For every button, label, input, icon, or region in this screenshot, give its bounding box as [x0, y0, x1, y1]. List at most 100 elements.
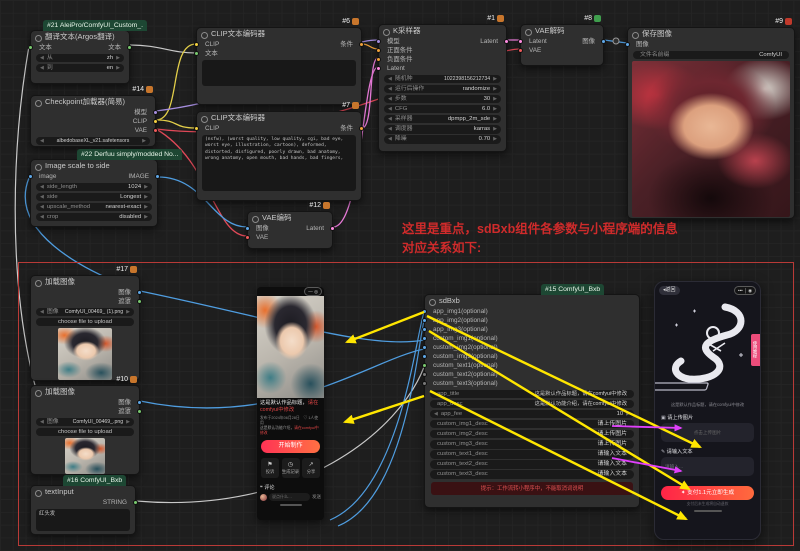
input-port-image[interactable] — [28, 174, 33, 179]
node-vae-decode[interactable]: #8 VAE解码 Latent 图像 VAE — [520, 24, 604, 66]
increment-arrow[interactable]: ▶ — [116, 54, 120, 63]
widget-side-length[interactable]: ◀side_length1024▶ — [36, 183, 152, 192]
port-label: custom_img2(optional) — [425, 343, 498, 352]
node-header: VAE编码 — [248, 212, 332, 224]
widget-to-lang[interactable]: ◀ 到 en ▶ — [36, 64, 124, 73]
widget-custom-text2-desc[interactable]: custom_text2_desc请输入文本 — [430, 460, 634, 469]
widget-value: zh — [104, 54, 116, 63]
port-label: custom_text1(optional) — [425, 361, 498, 370]
text-input-area[interactable]: 红头发 — [36, 509, 130, 531]
widget-custom-text3-desc[interactable]: custom_text3_desc请输入文本 — [430, 470, 634, 479]
input-port-latent[interactable] — [376, 66, 381, 71]
widget-image-file[interactable]: ◀图像 ComfyUI_00469_.png▶ — [36, 418, 134, 427]
widget-from-lang[interactable]: ◀ 从 zh ▶ — [36, 54, 124, 63]
input-port-model[interactable] — [376, 39, 381, 44]
input-port-app-img2[interactable] — [422, 318, 427, 323]
widget-filename-prefix[interactable]: 文件名前缀 ComfyUI — [633, 51, 789, 60]
flag-icon: ⚑ — [267, 461, 272, 468]
widget-app-fee[interactable]: ◀app_fee10▶ — [430, 410, 634, 419]
output-port-mask[interactable] — [137, 409, 142, 414]
widget-side[interactable]: ◀sideLongest▶ — [36, 193, 152, 202]
widget-steps[interactable]: ◀步数30▶ — [384, 95, 501, 104]
output-port-vae[interactable] — [153, 128, 158, 133]
node-ksampler[interactable]: #1 K采样器 模型 Latent 正面条件 负面条件 Latent ◀随机种1… — [378, 24, 507, 152]
node-clip-encode-positive[interactable]: #6 CLIP文本编码器 CLIP 条件 文本 — [196, 27, 362, 105]
input-port-custom-text2[interactable] — [422, 372, 427, 377]
input-port-custom-text3[interactable] — [422, 381, 427, 386]
node-group-title: #21 AleiPro/ComfyUI_Custom_. — [43, 20, 147, 31]
input-port-vae[interactable] — [245, 235, 250, 240]
port-label: 文本 — [197, 49, 218, 58]
output-port-mask[interactable] — [137, 299, 142, 304]
widget-app-title[interactable]: app_title这是默认作品标题，请在comfyui中修改 — [430, 390, 634, 399]
input-port-custom-text1[interactable] — [422, 363, 427, 368]
node-load-image-1[interactable]: #17 加载图像 图像 遮罩 ◀图像 ComfyUI_00469_ (1).pn… — [30, 275, 140, 381]
node-clip-encode-negative[interactable]: #7 CLIP文本编码器 CLIP 条件 (nsfw), (worst qual… — [196, 111, 362, 201]
output-port-conditioning[interactable] — [359, 126, 364, 131]
widget-custom-img1-desc[interactable]: custom_img1_desc请上传图片 — [430, 420, 634, 429]
input-port-image[interactable] — [245, 226, 250, 231]
widget-control-after-generate[interactable]: ◀运行后操作randomize▶ — [384, 85, 501, 94]
node-image-scale[interactable]: #22 Derfuu simply/modded No... Image sca… — [30, 159, 158, 227]
reroute-dot[interactable] — [613, 38, 619, 44]
port-label: 负面条件 — [379, 55, 413, 64]
node-load-image-2[interactable]: #10 加载图像 图像 遮罩 ◀图像 ComfyUI_00469_.png▶ c… — [30, 385, 140, 475]
node-save-image[interactable]: #9 保存图像 图像 文件名前缀 ComfyUI — [627, 27, 795, 219]
increment-arrow[interactable]: ▶ — [116, 64, 120, 73]
input-port-positive[interactable] — [376, 48, 381, 53]
input-port-vae[interactable] — [518, 48, 523, 53]
output-port-model[interactable] — [153, 110, 158, 115]
widget-ckpt-name[interactable]: ◀ albedobaseXL_v21.safetensors ▶ — [36, 137, 150, 146]
widget-custom-img2-desc[interactable]: custom_img2_desc请上传图片 — [430, 430, 634, 439]
widget-seed[interactable]: ◀随机种1022398156212734▶ — [384, 75, 501, 84]
widget-image-file[interactable]: ◀图像 ComfyUI_00469_ (1).png▶ — [36, 308, 134, 317]
input-port-clip[interactable] — [194, 42, 199, 47]
input-port-text[interactable] — [194, 51, 199, 56]
widget-upscale-method[interactable]: ◀upscale_methodnearest-exact▶ — [36, 203, 152, 212]
output-port-latent[interactable] — [330, 226, 335, 231]
prompt-textarea[interactable] — [202, 60, 356, 86]
publish-meta: 发布于2024年06月28日 ♡ 1人使用 — [257, 416, 324, 426]
widget-app-desc[interactable]: app_desc这是默认功能介绍，请在comfyui中修改 — [430, 400, 634, 409]
node-vae-encode[interactable]: #12 VAE编码 图像 Latent VAE — [247, 211, 333, 249]
input-port-app-img3[interactable] — [422, 327, 427, 332]
widget-custom-text1-desc[interactable]: custom_text1_desc请输入文本 — [430, 450, 634, 459]
output-port-image[interactable] — [137, 400, 142, 405]
input-port-custom-img2[interactable] — [422, 345, 427, 350]
input-port-custom-img1[interactable] — [422, 336, 427, 341]
input-port-custom-img3[interactable] — [422, 354, 427, 359]
input-port-negative[interactable] — [376, 57, 381, 62]
node-checkpoint-loader[interactable]: #14 Checkpoint加载器(简易) 模型 CLIP VAE ◀ albe… — [30, 95, 156, 147]
output-port-image[interactable] — [601, 39, 606, 44]
input-port-latent[interactable] — [518, 39, 523, 44]
widget-denoise[interactable]: ◀降噪0.70▶ — [384, 135, 501, 144]
widget-custom-img3-desc[interactable]: custom_img3_desc请上传图片 — [430, 440, 634, 449]
output-port-latent[interactable] — [504, 39, 509, 44]
node-header: 保存图像 — [628, 28, 794, 40]
port-label: 模型 — [379, 37, 400, 46]
port-label: VAE — [521, 46, 541, 55]
negative-prompt-textarea[interactable]: (nsfw), (worst quality, low quality, cgi… — [202, 135, 356, 191]
back-button: ◂返回 — [659, 286, 680, 295]
output-port-clip[interactable] — [153, 119, 158, 124]
widget-cfg[interactable]: ◀CFG6.0▶ — [384, 105, 501, 114]
upload-button[interactable]: choose file to upload — [36, 318, 134, 327]
input-port-clip[interactable] — [194, 126, 199, 131]
node-sdbxb[interactable]: #15 ComfyUI_Bxb sdBxb app_img1(optional)… — [424, 294, 640, 508]
node-text-input[interactable]: #16 ComfyUI_Bxb textInput STRING 红头发 — [30, 485, 136, 535]
output-port-image[interactable] — [137, 290, 142, 295]
upload-button[interactable]: choose file to upload — [36, 428, 134, 437]
widget-sampler[interactable]: ◀采样器dpmpp_2m_sde▶ — [384, 115, 501, 124]
input-port-app-img1[interactable] — [422, 309, 427, 314]
output-port-image[interactable] — [155, 174, 160, 179]
widget-scheduler[interactable]: ◀调度器karras▶ — [384, 125, 501, 134]
comfyui-canvas[interactable]: 这里是重点，sdBxb组件各参数与小程序端的信息 对应关系如下: #21 Ale… — [0, 0, 800, 551]
widget-crop[interactable]: ◀cropdisabled▶ — [36, 213, 152, 222]
output-port-string[interactable] — [133, 500, 138, 505]
output-port-text[interactable] — [127, 45, 132, 50]
input-port-image[interactable] — [625, 42, 630, 47]
node-translate-text[interactable]: #21 AleiPro/ComfyUI_Custom_. 翻译文本(Argos翻… — [30, 30, 130, 84]
input-port-text[interactable] — [28, 45, 33, 50]
increment-arrow[interactable]: ▶ — [142, 137, 146, 146]
output-port-conditioning[interactable] — [359, 42, 364, 47]
